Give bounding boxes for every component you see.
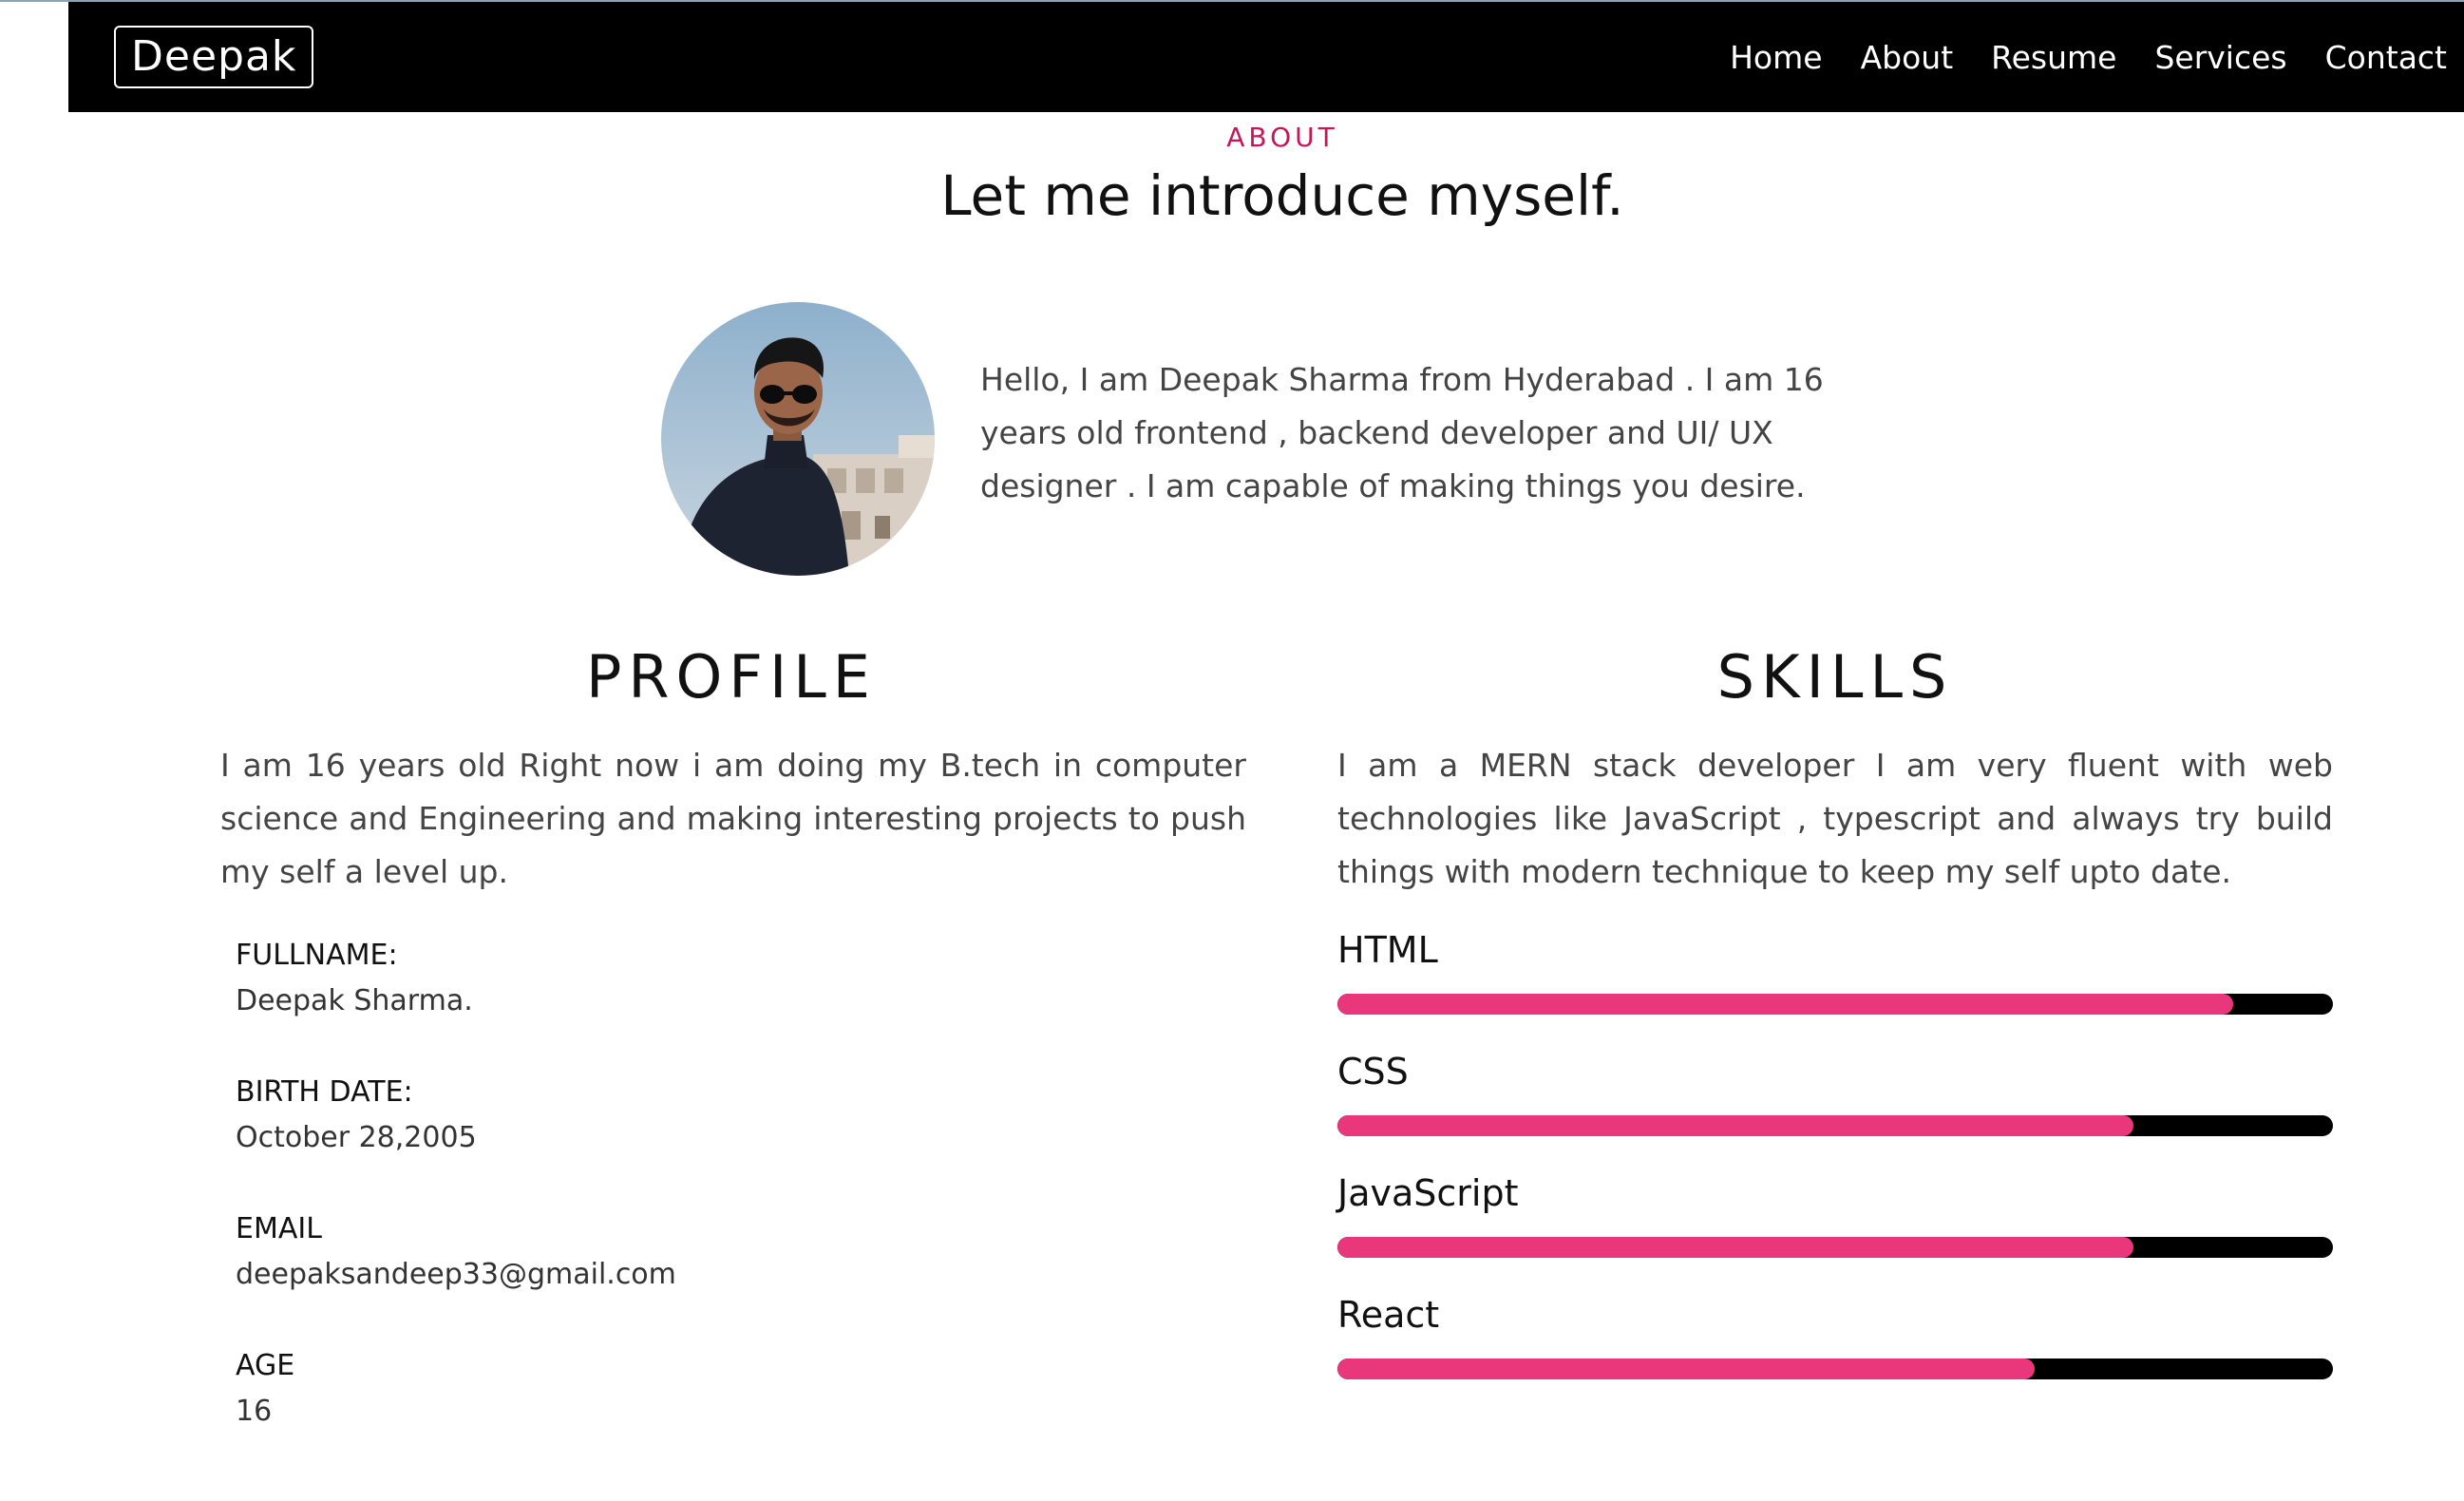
skill-fill-html bbox=[1337, 994, 2234, 1015]
skill-label-html: HTML bbox=[1337, 929, 1438, 971]
fullname-value: Deepak Sharma. bbox=[236, 984, 473, 1017]
avatar bbox=[661, 302, 935, 576]
intro-text: Hello, I am Deepak Sharma from Hyderabad… bbox=[980, 361, 1824, 504]
skill-fill-javascript bbox=[1337, 1237, 2134, 1258]
fullname-label: FULLNAME: bbox=[236, 939, 398, 972]
skill-bar-javascript bbox=[1337, 1237, 2333, 1258]
profile-title: PROFILE bbox=[586, 642, 877, 712]
skills-text: I am a MERN stack developer I am very fl… bbox=[1337, 747, 2333, 890]
nav-link-about[interactable]: About bbox=[1861, 39, 1954, 76]
skill-fill-react bbox=[1337, 1358, 2035, 1379]
nav-link-home[interactable]: Home bbox=[1730, 39, 1822, 76]
skill-label-javascript: JavaScript bbox=[1337, 1172, 1519, 1214]
nav-link-services[interactable]: Services bbox=[2154, 39, 2286, 76]
skill-label-css: CSS bbox=[1337, 1051, 1409, 1092]
birthdate-label: BIRTH DATE: bbox=[236, 1075, 413, 1109]
nav-links: Home About Resume Services Contact bbox=[1692, 2, 2447, 112]
email-value: deepaksandeep33@gmail.com bbox=[236, 1258, 676, 1291]
skill-bar-html bbox=[1337, 994, 2333, 1015]
nav-link-resume[interactable]: Resume bbox=[1991, 39, 2116, 76]
profile-photo bbox=[661, 302, 935, 576]
profile-text: I am 16 years old Right now i am doing m… bbox=[220, 747, 1246, 890]
age-value: 16 bbox=[236, 1395, 273, 1428]
skills-title: SKILLS bbox=[1716, 642, 1954, 712]
page-title: Let me introduce myself. bbox=[940, 163, 1624, 228]
page: Deepak Home About Resume Services Contac… bbox=[0, 0, 2464, 1501]
brand-logo[interactable]: Deepak bbox=[114, 26, 314, 88]
nav-link-contact[interactable]: Contact bbox=[2325, 39, 2447, 76]
age-label: AGE bbox=[236, 1349, 295, 1382]
section-eyebrow: ABOUT bbox=[1226, 122, 1338, 153]
skill-bar-react bbox=[1337, 1358, 2333, 1379]
skill-fill-css bbox=[1337, 1115, 2134, 1136]
navbar: Deepak Home About Resume Services Contac… bbox=[68, 2, 2464, 112]
email-label: EMAIL bbox=[236, 1212, 322, 1245]
skill-bar-css bbox=[1337, 1115, 2333, 1136]
skill-label-react: React bbox=[1337, 1294, 1440, 1336]
birthdate-value: October 28,2005 bbox=[236, 1121, 477, 1154]
